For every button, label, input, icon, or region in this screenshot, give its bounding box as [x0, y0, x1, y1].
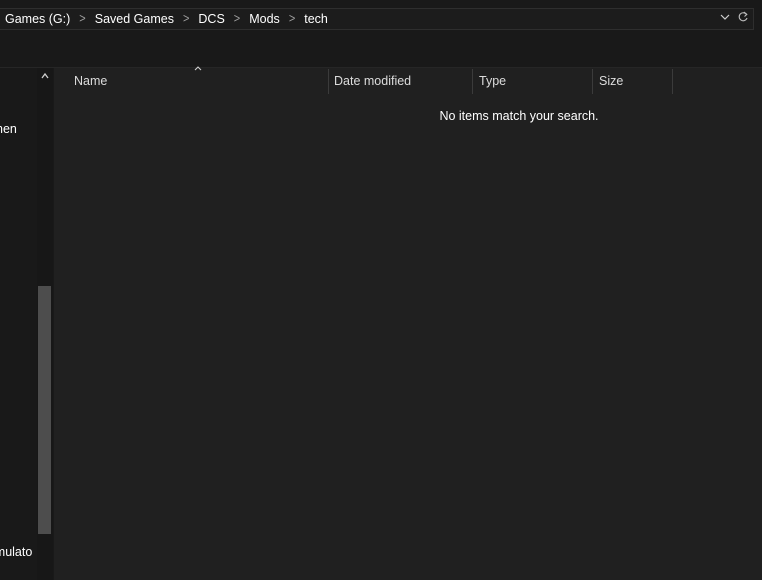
column-header-label: Name [74, 74, 108, 88]
column-divider[interactable] [672, 69, 673, 94]
sort-ascending-icon [193, 64, 203, 75]
breadcrumb-separator-icon[interactable]: > [289, 12, 295, 26]
breadcrumb: Games (G:) > Saved Games > DCS > Mods > … [5, 9, 328, 29]
file-list-view[interactable]: Name Date modified Type Size No items ma… [54, 66, 762, 580]
empty-search-message: No items match your search. [439, 109, 599, 123]
nav-item-partial-1[interactable]: nen [0, 122, 37, 136]
column-header-type[interactable]: Type [473, 68, 593, 94]
file-explorer-window: Games (G:) > Saved Games > DCS > Mods > … [0, 0, 762, 580]
refresh-icon-graphic [738, 11, 748, 22]
breadcrumb-saved-games[interactable]: Saved Games [95, 12, 174, 26]
breadcrumb-dcs[interactable]: DCS [198, 12, 224, 26]
toolbar [0, 36, 762, 68]
nav-item-label: imulato [0, 545, 33, 559]
nav-item-partial-2[interactable]: imulato [0, 545, 37, 559]
chevron-down-icon[interactable] [719, 12, 731, 26]
navigation-pane: nen imulato [0, 68, 54, 580]
column-header-label: Date modified [334, 74, 412, 88]
scrollbar-thumb[interactable] [38, 286, 51, 534]
scroll-up-arrow-icon[interactable] [37, 71, 53, 85]
column-header-size[interactable]: Size [593, 68, 673, 94]
column-header-label: Type [479, 74, 507, 88]
address-bar[interactable]: Games (G:) > Saved Games > DCS > Mods > … [0, 8, 754, 30]
scroll-up-arrow-graphic [41, 72, 49, 79]
nav-scrollbar[interactable] [37, 68, 53, 580]
refresh-icon[interactable] [736, 11, 750, 27]
breadcrumb-tech[interactable]: tech [304, 12, 328, 26]
nav-item-label: nen [0, 122, 17, 136]
breadcrumb-separator-icon[interactable]: > [234, 12, 240, 26]
breadcrumb-drive[interactable]: Games (G:) [5, 12, 70, 26]
column-header-date-modified[interactable]: Date modified [328, 68, 473, 94]
breadcrumb-mods[interactable]: Mods [249, 12, 280, 26]
breadcrumb-separator-icon[interactable]: > [79, 12, 85, 26]
chevron-down-icon-graphic [720, 14, 730, 20]
sort-arrow-graphic [194, 66, 202, 71]
column-header-label: Size [599, 74, 624, 88]
breadcrumb-separator-icon[interactable]: > [183, 12, 189, 26]
